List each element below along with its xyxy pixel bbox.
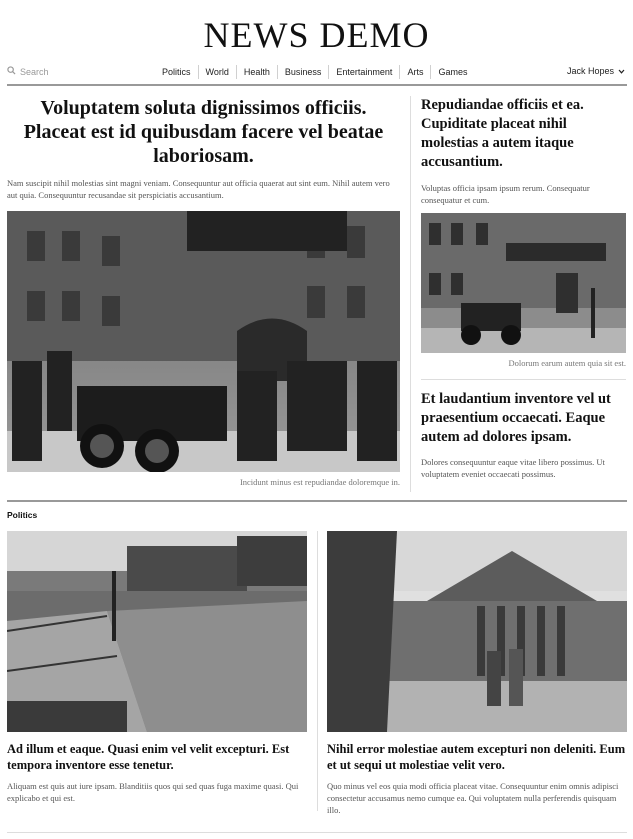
section-nav: Politics World Health Business Entertain… (155, 65, 474, 79)
site-title[interactable]: NEWS DEMO (0, 14, 633, 56)
side-headline-2[interactable]: Et laudantium inventore vel ut praesenti… (421, 390, 626, 447)
nav-link-entertainment[interactable]: Entertainment (328, 65, 399, 79)
search-box[interactable] (7, 66, 100, 77)
nav-link-world[interactable]: World (197, 65, 236, 79)
side-headline-1[interactable]: Repudiandae officiis et ea. Cupiditate p… (421, 96, 626, 172)
card-headline-2-link[interactable]: Nihil error molestiae autem excepturi no… (327, 742, 625, 772)
card-photo-1[interactable] (7, 531, 307, 732)
card-summary-1: Aliquam est quis aut iure ipsam. Blandit… (7, 781, 299, 803)
column-divider (410, 96, 411, 492)
side-headline-1-link[interactable]: Repudiandae officiis et ea. Cupiditate p… (421, 97, 584, 170)
side-headline-2-link[interactable]: Et laudantium inventore vel ut praesenti… (421, 391, 611, 445)
nav-link-business[interactable]: Business (276, 65, 329, 79)
section-rule (7, 500, 627, 502)
footer-divider (7, 832, 627, 833)
nav-link-health[interactable]: Health (235, 65, 277, 79)
nav-link-arts[interactable]: Arts (399, 65, 430, 79)
nav-link-games[interactable]: Games (430, 65, 474, 79)
card-photo-2[interactable] (327, 531, 627, 732)
card-summary-2: Quo minus vel eos quia modi officia plac… (327, 781, 619, 815)
lead-caption: Incidunt minus est repudiandae doloremqu… (239, 477, 400, 487)
side-summary-1: Voluptas officia ipsam ipsum rerum. Cons… (421, 183, 590, 205)
nav-link-politics[interactable]: Politics (155, 65, 198, 79)
header-rule (7, 84, 627, 86)
card-headline-1-link[interactable]: Ad illum et eaque. Quasi enim vel velit … (7, 742, 289, 772)
nav-bar: Politics World Health Business Entertain… (0, 62, 633, 84)
search-icon (7, 66, 16, 77)
side-summary-2: Dolores consequuntur eaque vitae libero … (421, 457, 605, 479)
card-headline-1[interactable]: Ad illum et eaque. Quasi enim vel velit … (7, 741, 307, 773)
user-menu[interactable]: Jack Hopes (567, 66, 625, 76)
card-headline-2[interactable]: Nihil error molestiae autem excepturi no… (327, 741, 627, 773)
side-photo-1[interactable] (421, 213, 626, 353)
section-label[interactable]: Politics (7, 510, 37, 520)
user-name: Jack Hopes (566, 66, 614, 76)
lead-photo[interactable] (7, 211, 400, 472)
lead-headline-link[interactable]: Voluptatem soluta dignissimos officiis. … (24, 97, 384, 167)
lead-summary: Nam suscipit nihil molestias sint magni … (7, 178, 390, 200)
search-input[interactable] (20, 66, 100, 77)
chevron-down-icon (618, 66, 625, 76)
side-divider (421, 379, 626, 380)
side-caption-1: Dolorum earum autem quia sit est. (508, 358, 626, 368)
card-divider (317, 531, 318, 811)
lead-headline[interactable]: Voluptatem soluta dignissimos officiis. … (7, 96, 400, 168)
